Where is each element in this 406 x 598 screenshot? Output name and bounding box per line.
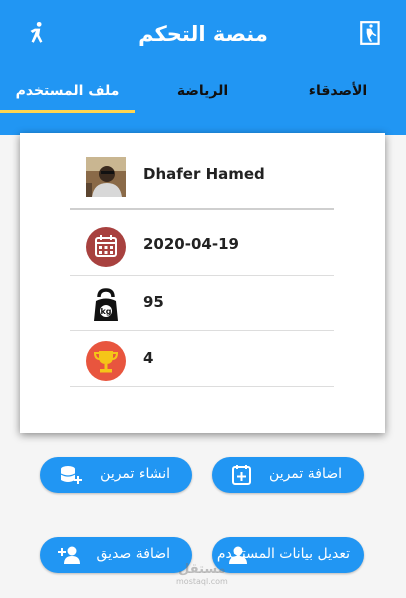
date-row: 2020-04-19	[70, 217, 334, 273]
trophy-icon	[86, 341, 126, 381]
tab-user-profile[interactable]: ملف المستخدم	[0, 70, 135, 114]
active-tab-indicator	[0, 110, 135, 113]
profile-card: Dhafer Hamed 2020-04-19 kg 95 4	[20, 133, 385, 433]
add-friend-label: اضافة صديق	[96, 546, 171, 562]
watermark-text: مستقل	[178, 562, 226, 577]
tab-friends[interactable]: الأصدقاء	[270, 70, 406, 114]
add-workout-button[interactable]: اضافة تمرين	[212, 457, 364, 493]
create-workout-label: انشاء تمرين	[100, 466, 170, 482]
trophy-row: 4	[70, 331, 334, 387]
svg-text:kg: kg	[100, 307, 111, 316]
weight-value: 95	[143, 293, 164, 311]
database-plus-icon	[60, 466, 82, 484]
profile-name-row: Dhafer Hamed	[70, 147, 334, 203]
page-title: منصة التحكم	[138, 22, 268, 46]
kettlebell-kg-icon: kg	[94, 288, 118, 321]
tab-bar: ملف المستخدم الرياضة الأصدقاء	[0, 70, 406, 114]
calendar-icon	[86, 227, 126, 267]
app-bar: منصة التحكم ملف المستخدم الرياضة الأصدقا…	[0, 0, 406, 135]
calendar-plus-icon	[232, 465, 251, 485]
avatar	[86, 157, 126, 197]
add-friend-button[interactable]: اضافة صديق	[40, 537, 192, 573]
edit-user-data-label: تعديل بيانات المستخدم	[216, 546, 350, 562]
divider	[70, 386, 334, 387]
weight-row: kg 95	[70, 275, 334, 331]
add-person-icon	[58, 546, 80, 564]
divider	[70, 208, 334, 210]
watermark: مستقل mostaql.com	[176, 562, 228, 586]
trophy-count: 4	[143, 349, 154, 367]
watermark-sub: mostaql.com	[176, 577, 228, 586]
tab-sports[interactable]: الرياضة	[135, 70, 270, 114]
create-workout-button[interactable]: انشاء تمرين	[40, 457, 192, 493]
user-name: Dhafer Hamed	[143, 165, 265, 183]
edit-user-data-button[interactable]: تعديل بيانات المستخدم	[212, 537, 364, 573]
add-workout-label: اضافة تمرين	[269, 466, 342, 482]
date-value: 2020-04-19	[143, 235, 239, 253]
exit-door-icon[interactable]	[358, 20, 384, 46]
